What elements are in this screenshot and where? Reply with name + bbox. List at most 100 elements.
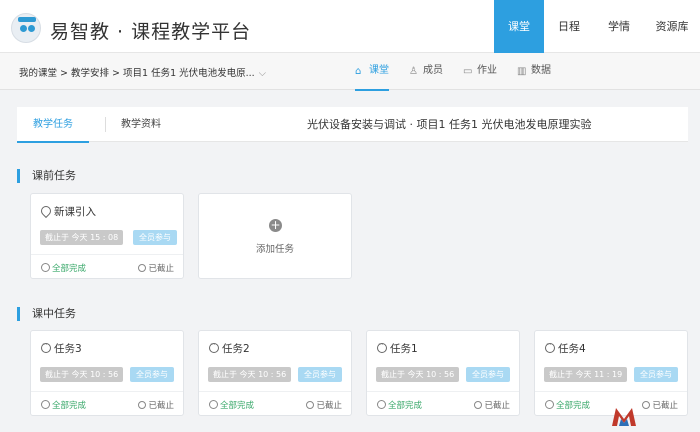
subtab-label: 作业 xyxy=(477,65,497,76)
state-label: 已截止 xyxy=(474,399,510,411)
completion-status[interactable]: 全部完成 xyxy=(377,399,422,411)
top-header: 易智教 · 课程教学平台 课堂 日程 学情 资源库 xyxy=(0,0,700,53)
breadcrumb-bar: 我的课堂 > 教学安排 > 项目1 任务1 光伏电池发电原... ⌵ ⌂ 课堂 ♙ 成… xyxy=(0,53,700,91)
task-title-text: 任务3 xyxy=(54,343,82,355)
chat-icon xyxy=(209,340,219,353)
completion-text: 全部完成 xyxy=(388,401,423,411)
task-title-text: 新课引入 xyxy=(54,206,96,218)
power-icon xyxy=(138,401,147,409)
power-icon xyxy=(642,401,651,409)
add-task-button[interactable]: + 添加任务 xyxy=(198,193,352,279)
tab-teaching-materials[interactable]: 教学资料 xyxy=(121,107,161,142)
state-label: 已截止 xyxy=(138,399,174,411)
completion-status[interactable]: 全部完成 xyxy=(41,399,86,411)
state-label: 已截止 xyxy=(642,399,678,411)
plus-icon: + xyxy=(269,218,282,232)
user-icon xyxy=(41,263,50,272)
subtab-data[interactable]: ▥ 数据 xyxy=(517,53,551,90)
divider xyxy=(31,391,183,392)
deadline-badge: 截止于 今天 10 : 56 xyxy=(376,367,460,382)
user-icon xyxy=(209,400,218,409)
divider xyxy=(105,117,106,132)
deadline-badge: 截止于 今天 10 : 56 xyxy=(40,367,124,382)
divider xyxy=(535,391,687,392)
document-icon: ▭ xyxy=(463,66,473,77)
deadline-badge: 截止于 今天 10 : 56 xyxy=(208,367,292,382)
state-text: 已截止 xyxy=(148,401,174,411)
power-icon xyxy=(138,264,147,272)
subtab-homework[interactable]: ▭ 作业 xyxy=(463,53,497,90)
nav-tab-classroom[interactable]: 课堂 xyxy=(494,0,544,53)
chat-icon xyxy=(377,340,387,353)
course-title: 光伏设备安装与调试 · 项目1 任务1 光伏电池发电原理实验 xyxy=(307,118,592,131)
state-label: 已截止 xyxy=(138,262,174,274)
completion-text: 全部完成 xyxy=(52,264,87,274)
completion-text: 全部完成 xyxy=(220,401,255,411)
divider xyxy=(199,391,351,392)
brand-title: 易智教 · 课程教学平台 xyxy=(50,21,252,43)
people-icon: ♙ xyxy=(409,66,418,77)
user-icon xyxy=(41,400,50,409)
completion-text: 全部完成 xyxy=(52,401,87,411)
completion-status[interactable]: 全部完成 xyxy=(41,262,86,274)
divider xyxy=(31,254,183,255)
section-heading-pre-class: 课前任务 xyxy=(17,169,76,183)
power-icon xyxy=(474,401,483,409)
subtab-label: 成员 xyxy=(423,65,443,76)
completion-text: 全部完成 xyxy=(556,401,591,411)
task-card[interactable]: 任务3 截止于 今天 10 : 56 全员参与 全部完成 已截止 xyxy=(30,330,184,416)
state-text: 已截止 xyxy=(652,401,678,411)
task-card[interactable]: 任务1 截止于 今天 10 : 56 全员参与 全部完成 已截止 xyxy=(366,330,520,416)
nav-tab-resources[interactable]: 资源库 xyxy=(644,0,700,53)
task-card[interactable]: 任务2 截止于 今天 10 : 56 全员参与 全部完成 已截止 xyxy=(198,330,352,416)
task-title[interactable]: 任务3 xyxy=(41,340,82,356)
state-label: 已截止 xyxy=(306,399,342,411)
chat-icon xyxy=(545,340,555,353)
tab-teaching-tasks[interactable]: 教学任务 xyxy=(17,107,89,143)
subtab-label: 数据 xyxy=(531,65,551,76)
location-icon xyxy=(38,203,54,219)
task-title[interactable]: 任务4 xyxy=(545,340,586,356)
task-title-text: 任务2 xyxy=(222,343,250,355)
class-subtabs: ⌂ 课堂 ♙ 成员 ▭ 作业 ▥ 数据 xyxy=(355,53,571,91)
breadcrumb[interactable]: 我的课堂 > 教学安排 > 项目1 任务1 光伏电池发电原... ⌵ xyxy=(19,65,266,79)
power-icon xyxy=(306,401,315,409)
scope-badge: 全员参与 xyxy=(634,367,678,382)
chevron-down-icon[interactable]: ⌵ xyxy=(259,68,266,79)
scope-badge: 全员参与 xyxy=(130,367,174,382)
chat-icon xyxy=(41,340,51,353)
deadline-badge: 截止于 今天 11 : 19 xyxy=(544,367,628,382)
subtab-label: 课堂 xyxy=(369,65,389,76)
user-icon xyxy=(545,400,554,409)
subtab-members[interactable]: ♙ 成员 xyxy=(409,53,443,90)
state-text: 已截止 xyxy=(316,401,342,411)
state-text: 已截止 xyxy=(484,401,510,411)
scope-badge: 全员参与 xyxy=(133,230,177,245)
divider xyxy=(367,391,519,392)
task-title[interactable]: 任务2 xyxy=(209,340,250,356)
task-title[interactable]: 任务1 xyxy=(377,340,418,356)
nav-tab-schedule[interactable]: 日程 xyxy=(544,0,594,53)
deadline-badge: 截止于 今天 15 : 08 xyxy=(40,230,124,245)
watermark-logo-icon xyxy=(612,408,636,426)
chart-icon: ▥ xyxy=(517,66,527,77)
task-title-text: 任务4 xyxy=(558,343,586,355)
completion-status[interactable]: 全部完成 xyxy=(545,399,590,411)
section-heading-in-class: 课中任务 xyxy=(17,307,76,321)
add-task-label: 添加任务 xyxy=(255,244,294,255)
nav-tab-learning[interactable]: 学情 xyxy=(594,0,644,53)
task-card[interactable]: 任务4 截止于 今天 11 : 19 全员参与 全部完成 已截止 xyxy=(534,330,688,416)
subtab-classroom[interactable]: ⌂ 课堂 xyxy=(355,53,389,91)
state-text: 已截止 xyxy=(148,264,174,274)
scope-badge: 全员参与 xyxy=(298,367,342,382)
main-nav: 课堂 日程 学情 资源库 xyxy=(494,0,700,53)
scope-badge: 全员参与 xyxy=(466,367,510,382)
completion-status[interactable]: 全部完成 xyxy=(209,399,254,411)
task-title[interactable]: 新课引入 xyxy=(38,203,96,219)
content-tabs: 教学任务 教学资料 光伏设备安装与调试 · 项目1 任务1 光伏电池发电原理实验 xyxy=(17,107,688,143)
home-icon: ⌂ xyxy=(355,66,362,77)
logo-icon xyxy=(11,13,41,43)
task-card[interactable]: 新课引入 截止于 今天 15 : 08 全员参与 全部完成 已截止 xyxy=(30,193,184,279)
user-icon xyxy=(377,400,386,409)
breadcrumb-text[interactable]: 我的课堂 > 教学安排 > 项目1 任务1 光伏电池发电原... xyxy=(19,68,255,79)
